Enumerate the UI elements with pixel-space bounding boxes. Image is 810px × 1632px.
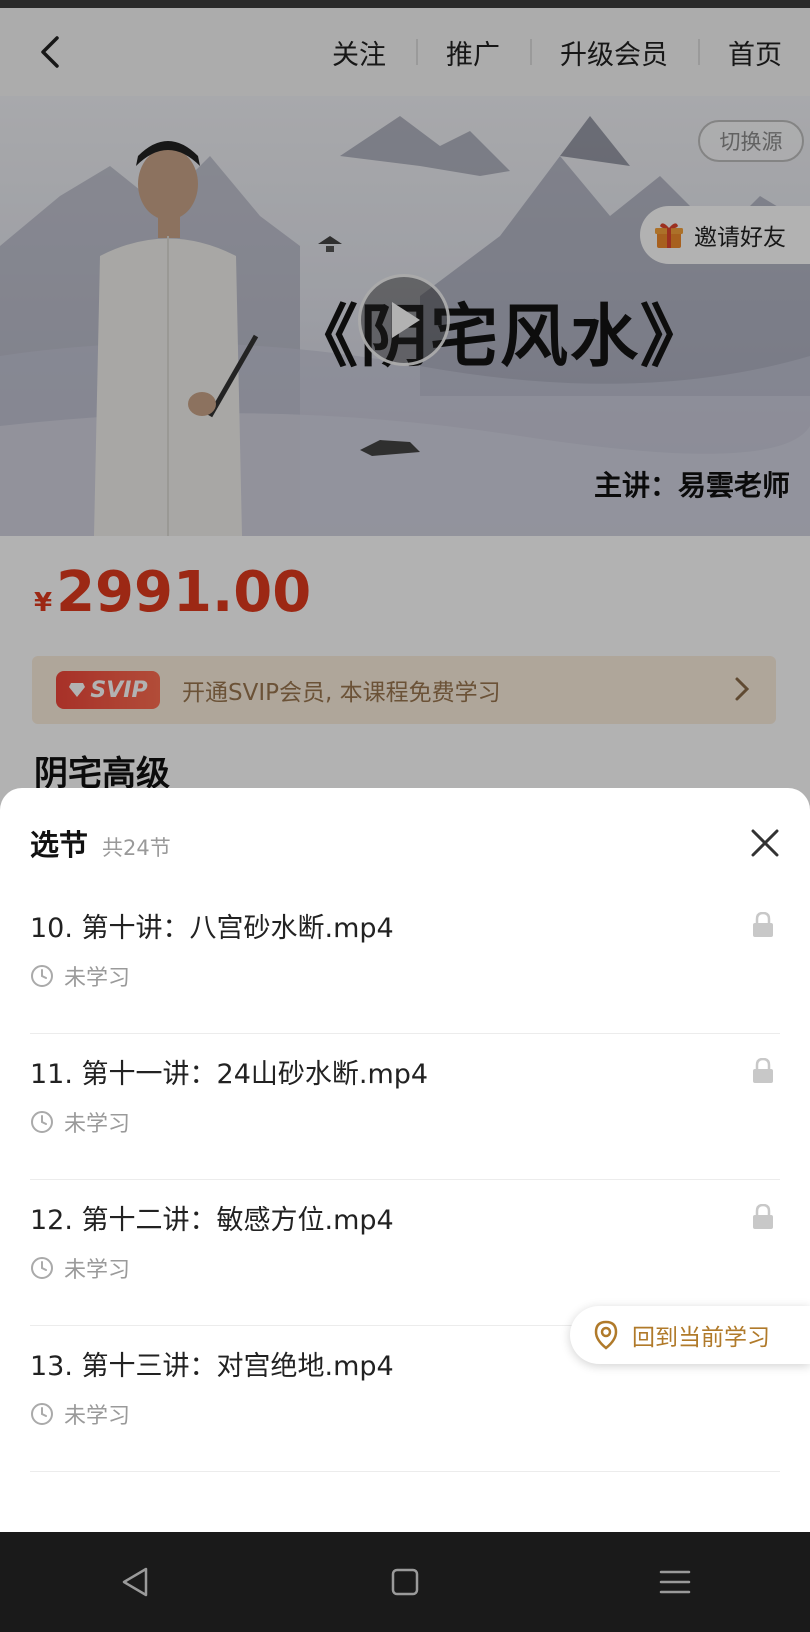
lesson-status: 未学习	[30, 960, 130, 992]
clock-icon	[31, 1111, 53, 1133]
system-menu-button[interactable]	[645, 1552, 705, 1612]
triangle-back-icon	[122, 1567, 148, 1597]
lesson-item-partial[interactable]	[30, 1472, 780, 1532]
sheet-title: 选节	[30, 828, 89, 862]
course-page: 关注 推广 升级会员 首页 《阴宅风水》 主讲：易雲老师 切换源 邀请好友 ¥ …	[0, 8, 810, 1532]
lesson-status: 未学习	[30, 1398, 130, 1430]
back-to-current-label: 回到当前学习	[632, 1325, 770, 1351]
lesson-title: 13. 第十三讲：对宫绝地.mp4	[30, 1351, 394, 1382]
android-navigation-bar	[0, 1532, 810, 1632]
clock-icon	[31, 1257, 53, 1279]
lesson-item[interactable]: 12. 第十二讲：敏感方位.mp4 未学习	[30, 1180, 780, 1326]
system-back-button[interactable]	[105, 1552, 165, 1612]
lesson-title: 11. 第十一讲：24山砂水断.mp4	[30, 1059, 429, 1090]
sheet-header: 选节 共24节	[30, 822, 171, 864]
lesson-item[interactable]: 10. 第十讲：八宫砂水断.mp4 未学习	[30, 888, 780, 1034]
lesson-title: 10. 第十讲：八宫砂水断.mp4	[30, 913, 394, 944]
clock-icon	[31, 1403, 53, 1425]
lesson-status: 未学习	[30, 1106, 130, 1138]
lock-icon	[753, 1058, 773, 1083]
lock-icon	[753, 1204, 773, 1229]
status-bar-strip	[0, 0, 810, 8]
lesson-count: 共24节	[102, 836, 171, 860]
lesson-item[interactable]: 11. 第十一讲：24山砂水断.mp4 未学习	[30, 1034, 780, 1180]
lesson-status-label: 未学习	[64, 1258, 131, 1283]
lesson-picker-sheet: 选节 共24节 10. 第十讲：八宫砂水断.mp4 未学习 11. 第十一讲：2…	[0, 788, 810, 1532]
lock-icon	[753, 912, 773, 937]
menu-lines-icon	[659, 1570, 691, 1594]
clock-icon	[31, 965, 53, 987]
close-icon[interactable]	[748, 826, 782, 860]
lesson-status-label: 未学习	[64, 1404, 131, 1429]
back-to-current-lesson-button[interactable]: 回到当前学习	[570, 1306, 810, 1364]
location-pin-icon	[594, 1320, 618, 1350]
lesson-status-label: 未学习	[64, 966, 131, 991]
square-home-icon	[391, 1568, 419, 1596]
system-home-button[interactable]	[375, 1552, 435, 1612]
lesson-list: 10. 第十讲：八宫砂水断.mp4 未学习 11. 第十一讲：24山砂水断.mp…	[0, 888, 810, 1532]
lesson-title: 12. 第十二讲：敏感方位.mp4	[30, 1205, 394, 1236]
lesson-status-label: 未学习	[64, 1112, 131, 1137]
lesson-status: 未学习	[30, 1252, 130, 1284]
